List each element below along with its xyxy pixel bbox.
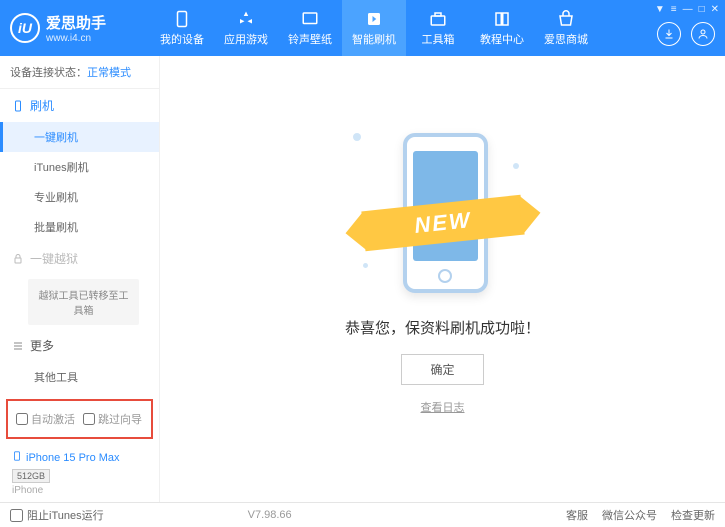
flash-icon	[364, 9, 384, 29]
nav-ringtone[interactable]: 铃声壁纸	[278, 0, 342, 56]
close-icon[interactable]: ✕	[711, 4, 719, 15]
logo-title: 爱思助手	[46, 12, 106, 33]
store-icon	[556, 9, 576, 29]
menu-group-jailbreak[interactable]: 一键越狱	[0, 242, 159, 275]
device-phone-icon	[12, 449, 22, 466]
toolbox-icon	[428, 9, 448, 29]
nav-apps[interactable]: 应用游戏	[214, 0, 278, 56]
new-banner: NEW	[361, 195, 524, 252]
menu-oneclick-flash[interactable]: 一键刷机	[0, 122, 159, 152]
footer: 阻止iTunes运行 V7.98.66 客服 微信公众号 检查更新	[0, 502, 725, 527]
menu-itunes-flash[interactable]: iTunes刷机	[0, 152, 159, 182]
footer-update[interactable]: 检查更新	[671, 507, 715, 523]
main-content: NEW 恭喜您，保资料刷机成功啦！ 确定 查看日志	[160, 56, 725, 502]
phone-illustration: NEW	[343, 123, 543, 293]
download-button[interactable]	[657, 22, 681, 46]
nav-store[interactable]: 爱思商城	[534, 0, 598, 56]
nav-my-device[interactable]: 我的设备	[150, 0, 214, 56]
window-controls: ▼ ≡ — □ ✕	[655, 4, 719, 15]
block-itunes-checkbox[interactable]: 阻止iTunes运行	[10, 507, 104, 523]
image-icon	[300, 9, 320, 29]
nav-flash[interactable]: 智能刷机	[342, 0, 406, 56]
logo: iU 爱思助手 www.i4.cn	[10, 12, 150, 44]
minimize-icon[interactable]: —	[683, 4, 693, 15]
device-name[interactable]: iPhone 15 Pro Max	[12, 449, 147, 466]
menu-download-firmware[interactable]: 下载固件	[0, 392, 159, 395]
menu-pro-flash[interactable]: 专业刷机	[0, 182, 159, 212]
footer-support[interactable]: 客服	[566, 507, 588, 523]
book-icon	[492, 9, 512, 29]
skip-guide-checkbox[interactable]: 跳过向导	[83, 411, 142, 427]
menu-icon[interactable]: ≡	[671, 4, 677, 15]
device-model: iPhone	[12, 485, 147, 496]
footer-wechat[interactable]: 微信公众号	[602, 507, 657, 523]
version-label: V7.98.66	[248, 509, 292, 521]
menu-group-more[interactable]: 更多	[0, 329, 159, 362]
list-icon	[12, 340, 24, 352]
maximize-icon[interactable]: □	[699, 4, 705, 15]
ok-button[interactable]: 确定	[401, 354, 483, 385]
sidebar: 设备连接状态：正常模式 刷机 一键刷机 iTunes刷机 专业刷机 批量刷机 一…	[0, 56, 160, 502]
skin-icon[interactable]: ▼	[655, 4, 665, 15]
apps-icon	[236, 9, 256, 29]
nav-toolbox[interactable]: 工具箱	[406, 0, 470, 56]
options-box: 自动激活 跳过向导	[6, 399, 153, 439]
device-info: iPhone 15 Pro Max 512GB iPhone	[0, 443, 159, 502]
phone-icon	[172, 9, 192, 29]
auto-activate-checkbox[interactable]: 自动激活	[16, 411, 75, 427]
top-nav: 我的设备 应用游戏 铃声壁纸 智能刷机 工具箱 教程中心 爱思商城	[150, 0, 598, 56]
menu-group-flash[interactable]: 刷机	[0, 89, 159, 122]
app-header: iU 爱思助手 www.i4.cn 我的设备 应用游戏 铃声壁纸 智能刷机 工具…	[0, 0, 725, 56]
menu-batch-flash[interactable]: 批量刷机	[0, 212, 159, 242]
device-capacity: 512GB	[12, 469, 50, 483]
view-log-link[interactable]: 查看日志	[421, 399, 465, 415]
lock-icon	[12, 253, 24, 265]
nav-tutorial[interactable]: 教程中心	[470, 0, 534, 56]
connection-status: 设备连接状态：正常模式	[0, 56, 159, 89]
jailbreak-moved-notice: 越狱工具已转移至工具箱	[28, 279, 139, 325]
user-button[interactable]	[691, 22, 715, 46]
success-message: 恭喜您，保资料刷机成功啦！	[345, 317, 540, 338]
menu-other-tools[interactable]: 其他工具	[0, 362, 159, 392]
logo-icon: iU	[10, 13, 40, 43]
logo-subtitle: www.i4.cn	[46, 33, 106, 44]
phone-icon	[12, 100, 24, 112]
